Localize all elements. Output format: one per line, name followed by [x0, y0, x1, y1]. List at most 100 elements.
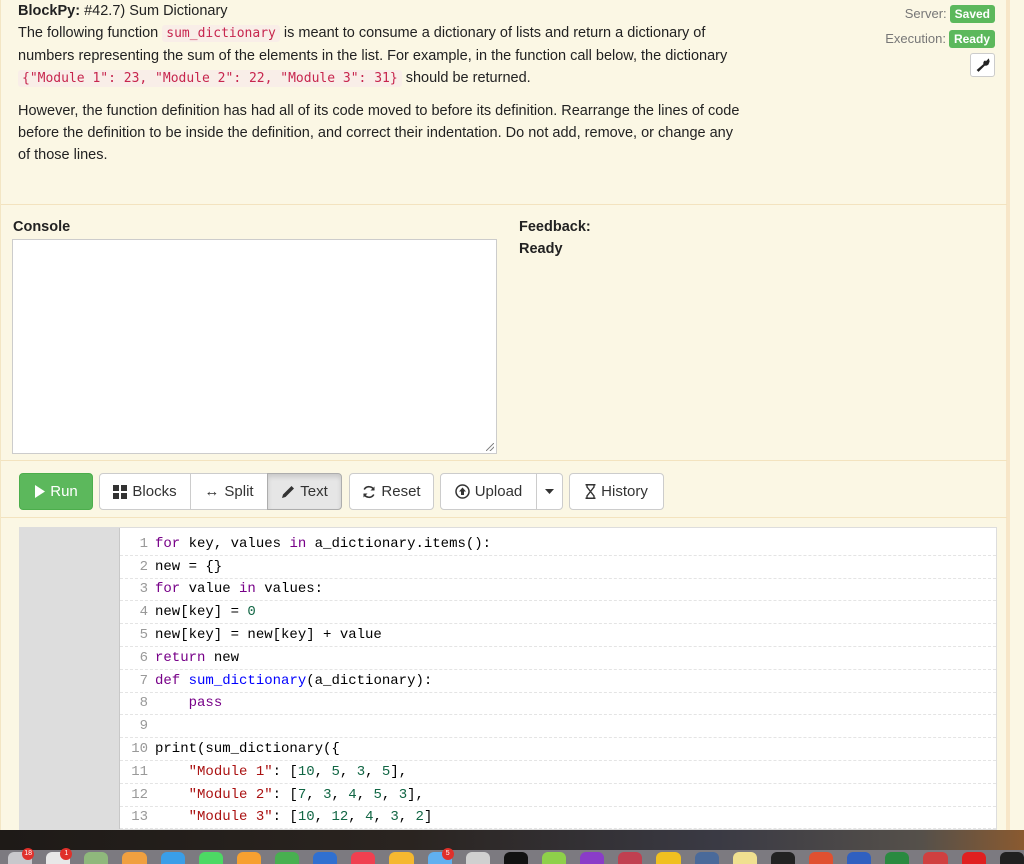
upload-button[interactable]: Upload: [440, 473, 537, 510]
feedback-value: Ready: [519, 241, 563, 257]
line-number: 8: [120, 695, 154, 712]
title-prefix: BlockPy:: [18, 3, 81, 19]
hourglass-icon: [585, 484, 596, 499]
dock-app-icon[interactable]: [84, 852, 109, 864]
wrench-icon: [976, 57, 990, 72]
code-line[interactable]: 4 new[key] = 0: [120, 601, 996, 625]
code-line[interactable]: 12 "Module 2": [7, 3, 4, 5, 3],: [120, 784, 996, 807]
instructions-paragraph-1: The following function sum_dictionary is…: [18, 22, 748, 90]
upload-group: Upload: [440, 473, 563, 510]
dock-app-icon[interactable]: [961, 852, 986, 864]
blocks-mode-button[interactable]: Blocks: [99, 473, 191, 510]
code-text: return new: [155, 649, 240, 666]
line-number: 13: [120, 809, 154, 826]
line-number: 1: [120, 535, 154, 552]
code-line[interactable]: 6 return new: [120, 647, 996, 670]
code-line[interactable]: 9: [120, 715, 996, 739]
dock-app-icon[interactable]: [770, 852, 795, 864]
dock-app-icon[interactable]: [656, 852, 681, 864]
text-label: Text: [300, 483, 328, 500]
dock-app-icon[interactable]: [198, 852, 223, 864]
caret-down-icon: [545, 489, 554, 494]
blockpy-page: BlockPy: #42.7) Sum Dictionary The follo…: [0, 0, 1010, 830]
dock-app-icon[interactable]: [236, 852, 261, 864]
code-lines: 1 for key, values in a_dictionary.items()…: [120, 533, 996, 829]
dock-app-icon[interactable]: [808, 852, 834, 864]
line-number: 7: [120, 672, 154, 689]
dock-app-icon[interactable]: [122, 852, 147, 864]
code-line[interactable]: 1 for key, values in a_dictionary.items()…: [120, 533, 996, 556]
run-button[interactable]: Run: [19, 473, 93, 510]
editor-mode-group: Blocks ↔ Split Text: [99, 473, 342, 510]
code-line[interactable]: 5 new[key] = new[key] + value: [120, 624, 996, 647]
split-mode-button[interactable]: ↔ Split: [190, 473, 268, 510]
dock-badge: 18: [22, 848, 35, 860]
code-line[interactable]: 11 "Module 1": [10, 5, 3, 5],: [120, 761, 996, 784]
execution-status-badge: Ready: [948, 29, 995, 48]
dock-app-icon[interactable]: [160, 852, 185, 864]
dock-app-icon[interactable]: 1: [46, 848, 73, 864]
dock-app-icon[interactable]: [999, 852, 1024, 864]
code-line[interactable]: 7 def sum_dictionary(a_dictionary):: [120, 670, 996, 693]
editor-gutter: [20, 528, 120, 829]
dock-app-icon[interactable]: [923, 852, 948, 864]
code-text: def sum_dictionary(a_dictionary):: [155, 672, 433, 689]
dock-app-icon[interactable]: [885, 852, 910, 864]
dock-app-icon[interactable]: [503, 852, 528, 864]
dock-app-icon[interactable]: [732, 852, 757, 864]
server-status-label: Server:: [904, 6, 947, 21]
line-number: 11: [120, 763, 154, 780]
reset-label: Reset: [381, 483, 421, 500]
dock-app-icon[interactable]: [618, 852, 643, 864]
reset-button[interactable]: Reset: [349, 473, 434, 510]
line-number: 4: [120, 604, 154, 621]
inline-code-expected-result: {"Module 1": 23, "Module 2": 22, "Module…: [18, 70, 402, 87]
code-text: pass: [188, 695, 223, 712]
code-line[interactable]: 13 "Module 3": [10, 12, 4, 3, 2]: [120, 807, 996, 829]
code-text: for key, values in a_dictionary.items():: [155, 535, 492, 552]
server-status-badge: Saved: [949, 4, 995, 23]
dock-app-icon[interactable]: [541, 852, 567, 864]
code-line[interactable]: 3 for value in values:: [120, 579, 996, 602]
line-number: 6: [120, 649, 154, 666]
code-text: "Module 2": [7, 3, 4, 5, 3],: [188, 786, 424, 803]
dock-app-icon[interactable]: [465, 852, 490, 864]
dock-app-icon[interactable]: [389, 852, 414, 864]
dock-app-icon[interactable]: 5: [427, 848, 454, 864]
dock-app-icon[interactable]: [694, 852, 719, 864]
dock-badge: 1: [60, 848, 73, 860]
editor-toolbar: Run Blocks ↔ Split Text Reset Upload His…: [1, 460, 1007, 518]
instructions-text: The following function sum_dictionary is…: [18, 22, 748, 176]
dock-app-icon[interactable]: [274, 852, 300, 864]
upload-dropdown-toggle[interactable]: [536, 473, 563, 510]
text-mode-button[interactable]: Text: [267, 473, 342, 510]
code-line[interactable]: 10 print(sum_dictionary({: [120, 738, 996, 761]
execution-status-label: Execution:: [885, 31, 946, 46]
dock-app-icon[interactable]: [580, 852, 605, 864]
blocks-icon: [113, 484, 128, 499]
line-number: 2: [120, 558, 154, 575]
settings-button[interactable]: [970, 52, 995, 77]
code-line[interactable]: 8 pass: [120, 693, 996, 716]
code-text: "Module 3": [10, 12, 4, 3, 2]: [188, 809, 433, 826]
code-editor[interactable]: 1 for key, values in a_dictionary.items()…: [19, 527, 997, 830]
assignment-title: BlockPy: #42.7) Sum Dictionary: [18, 3, 228, 19]
dock-app-icon[interactable]: [351, 852, 376, 864]
server-status: Server: Saved: [885, 1, 995, 26]
code-text: print(sum_dictionary({: [155, 741, 340, 758]
console-output[interactable]: [12, 239, 497, 454]
instructions-panel: BlockPy: #42.7) Sum Dictionary The follo…: [1, 0, 1007, 205]
run-button-label: Run: [50, 483, 78, 500]
code-text: new[key] = 0: [155, 604, 256, 621]
blocks-label: Blocks: [132, 483, 177, 500]
dock-app-icon[interactable]: [847, 852, 872, 864]
dock-app-icon[interactable]: [313, 852, 338, 864]
resize-handle[interactable]: [486, 443, 494, 451]
dock-badge: 5: [441, 848, 454, 860]
instr-text: should be returned.: [401, 70, 531, 86]
dock-app-icon[interactable]: 18: [8, 848, 35, 864]
history-button[interactable]: History: [569, 473, 664, 510]
status-panel: Server: Saved Execution: Ready: [885, 1, 995, 77]
line-number: 5: [120, 627, 154, 644]
code-line[interactable]: 2 new = {}: [120, 556, 996, 579]
